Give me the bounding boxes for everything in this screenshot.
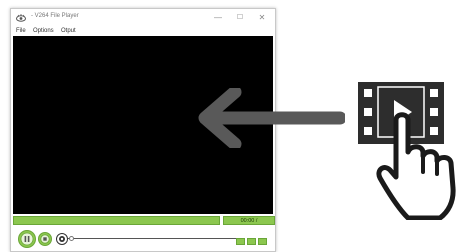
minimize-button[interactable]: — bbox=[209, 10, 227, 26]
window-title: - V264 File Player bbox=[31, 13, 79, 19]
close-button[interactable]: ✕ bbox=[253, 10, 271, 26]
volume-knob[interactable] bbox=[56, 233, 68, 245]
stop-icon bbox=[40, 234, 50, 244]
option-button-1[interactable] bbox=[236, 238, 245, 245]
menu-options[interactable]: Options bbox=[33, 28, 54, 34]
menu-bar: File Options Otput bbox=[11, 27, 275, 36]
option-button-3[interactable] bbox=[258, 238, 267, 245]
seek-thumb[interactable] bbox=[69, 236, 74, 241]
eye-icon bbox=[16, 14, 26, 22]
maximize-button[interactable]: ☐ bbox=[231, 10, 249, 26]
control-bar bbox=[11, 226, 275, 252]
progress-row: 00:00 / bbox=[13, 216, 275, 225]
stop-button[interactable] bbox=[38, 232, 52, 246]
film-play-hand-icon bbox=[358, 82, 456, 220]
knob-icon bbox=[59, 236, 65, 242]
title-bar[interactable]: - V264 File Player — ☐ ✕ bbox=[11, 9, 275, 27]
pause-icon bbox=[20, 232, 34, 246]
option-button-2[interactable] bbox=[247, 238, 256, 245]
menu-output[interactable]: Otput bbox=[61, 28, 76, 34]
time-display: 00:00 / bbox=[223, 216, 275, 225]
progress-bar[interactable] bbox=[13, 216, 220, 225]
pause-button[interactable] bbox=[18, 230, 36, 248]
menu-file[interactable]: File bbox=[16, 28, 26, 34]
left-arrow-icon bbox=[198, 88, 345, 148]
seek-track[interactable] bbox=[68, 238, 238, 239]
